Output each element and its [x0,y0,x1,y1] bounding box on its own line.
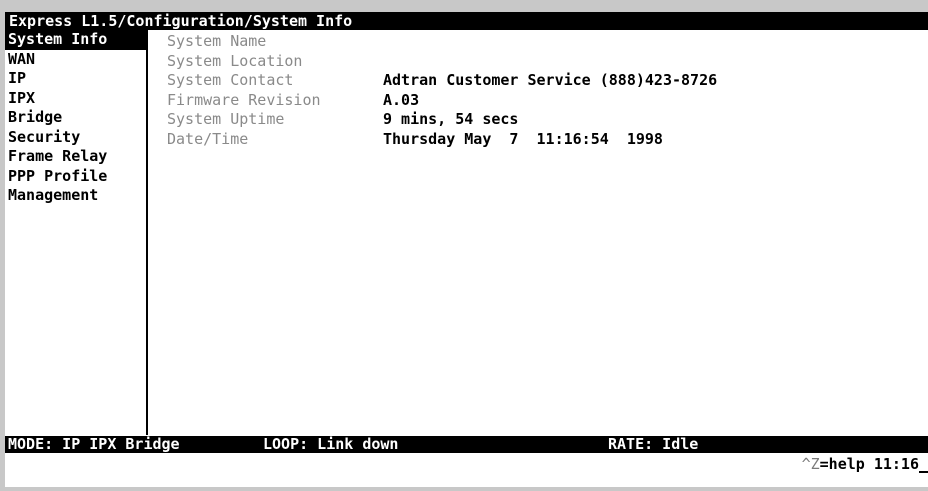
sidebar-item-ppp-profile[interactable]: PPP Profile [5,167,146,187]
sidebar-item-wan[interactable]: WAN [5,50,146,70]
terminal-screen: Express L1.5/Configuration/System Info S… [0,0,928,491]
field-row-firmware-revision: Firmware Revision A.03 [167,91,928,111]
field-row-system-name[interactable]: System Name [167,32,928,52]
field-label: Firmware Revision [167,90,321,109]
title-bar: Express L1.5/Configuration/System Info [5,12,928,30]
field-row-system-uptime: System Uptime 9 mins, 54 secs [167,110,928,130]
field-row-system-location[interactable]: System Location [167,52,928,72]
help-line: ^Z=help 11:16 [802,455,928,473]
field-label: System Uptime [167,110,285,128]
firmware-revision-value: A.03 [383,90,420,109]
sidebar-item-ip[interactable]: IP [5,69,146,89]
sidebar-item-management[interactable]: Management [5,186,146,206]
sidebar-item-frame-relay[interactable]: Frame Relay [5,147,146,167]
field-label: System Location [167,51,303,70]
field-label: Date/Time [167,129,249,148]
loop-status: LOOP: Link down [263,435,399,453]
field-row-date-time[interactable]: Date/Time Thursday May 7 11:16:54 1998 [167,130,928,150]
date-time-value[interactable]: Thursday May 7 11:16:54 1998 [383,130,663,150]
mode-status: MODE: IP IPX Bridge [8,435,180,453]
rate-status: RATE: Idle [608,435,699,453]
clock: 11:16 [873,455,919,473]
field-row-system-contact[interactable]: System Contact Adtran Customer Service (… [167,71,928,91]
system-contact-value[interactable]: Adtran Customer Service (888)423-8726 [383,71,717,91]
system-uptime-value: 9 mins, 54 secs [383,110,519,128]
sidebar-item-system-info[interactable]: System Info [5,30,146,50]
field-label: System Contact [167,71,294,89]
sidebar-item-security[interactable]: Security [5,128,146,148]
system-info-panel: System Name System Location System Conta… [167,32,928,149]
status-bar: MODE: IP IPX Bridge LOOP: Link down RATE… [5,436,928,453]
field-label: System Name [167,32,267,50]
text-cursor [919,471,928,473]
page-title: Express L1.5/Configuration/System Info [9,12,353,30]
sidebar-item-bridge[interactable]: Bridge [5,108,146,128]
help-shortcut-key[interactable]: ^Z [802,455,820,473]
sidebar-menu: System Info WAN IP IPX Bridge Security F… [5,30,148,435]
help-label: =help [819,455,865,473]
sidebar-item-ipx[interactable]: IPX [5,89,146,109]
